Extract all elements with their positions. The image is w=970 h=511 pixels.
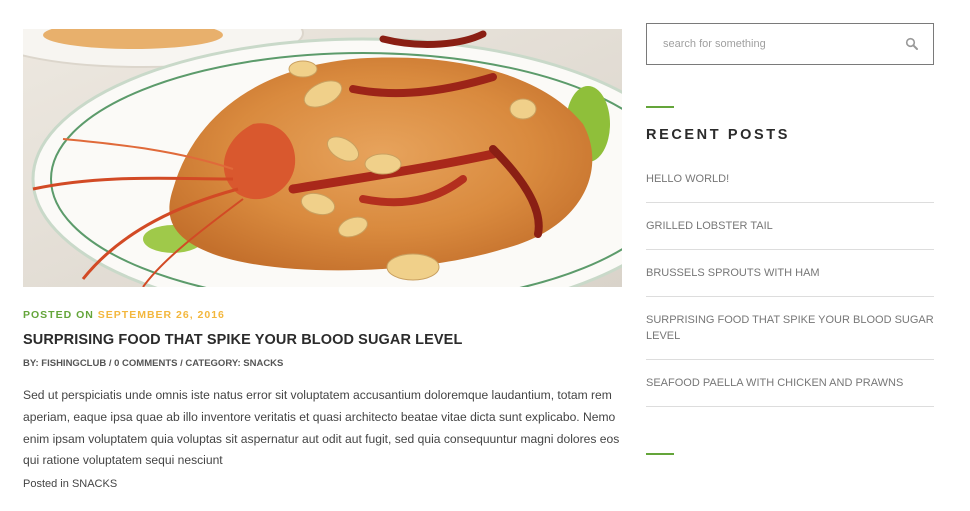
list-item: SEAFOOD PAELLA WITH CHICKEN AND PRAWNS	[646, 360, 934, 407]
posted-in-label: Posted in	[23, 478, 69, 491]
recent-posts-list: HELLO WORLD! GRILLED LOBSTER TAIL BRUSSE…	[646, 157, 934, 407]
post-featured-image[interactable]	[23, 29, 622, 287]
list-item: GRILLED LOBSTER TAIL	[646, 203, 934, 250]
posted-on-label: POSTED ON	[23, 309, 94, 321]
recent-post-link[interactable]: SURPRISING FOOD THAT SPIKE YOUR BLOOD SU…	[646, 312, 934, 344]
search-form	[646, 23, 934, 65]
list-item: SURPRISING FOOD THAT SPIKE YOUR BLOOD SU…	[646, 297, 934, 360]
recent-post-link[interactable]: SEAFOOD PAELLA WITH CHICKEN AND PRAWNS	[646, 375, 934, 391]
widget-accent-divider	[646, 106, 674, 108]
post-date-link[interactable]: SEPTEMBER 26, 2016	[98, 309, 225, 321]
search-icon[interactable]	[905, 37, 919, 51]
search-input[interactable]	[647, 24, 887, 64]
recent-post-link[interactable]: HELLO WORLD!	[646, 171, 934, 187]
category-link[interactable]: SNACKS	[72, 478, 117, 490]
recent-post-link[interactable]: GRILLED LOBSTER TAIL	[646, 218, 934, 234]
post-byline: BY: FISHINGCLUB / 0 COMMENTS / CATEGORY:…	[23, 358, 284, 369]
post-title[interactable]: SURPRISING FOOD THAT SPIKE YOUR BLOOD SU…	[23, 332, 622, 348]
recent-posts-title: RECENT POSTS	[646, 127, 790, 143]
food-photo	[23, 29, 622, 287]
list-item: BRUSSELS SPROUTS WITH HAM	[646, 250, 934, 297]
sidebar: RECENT POSTS HELLO WORLD! GRILLED LOBSTE…	[646, 23, 934, 455]
post-excerpt: Sed ut perspiciatis unde omnis iste natu…	[23, 388, 620, 468]
widget-accent-divider	[646, 453, 674, 455]
blog-post: POSTED ON SEPTEMBER 26, 2016 SURPRISING …	[23, 29, 622, 490]
recent-post-link[interactable]: BRUSSELS SPROUTS WITH HAM	[646, 265, 934, 281]
post-meta: POSTED ON SEPTEMBER 26, 2016	[23, 309, 622, 321]
posted-in: Posted in SNACKS	[23, 478, 622, 490]
list-item: HELLO WORLD!	[646, 157, 934, 203]
